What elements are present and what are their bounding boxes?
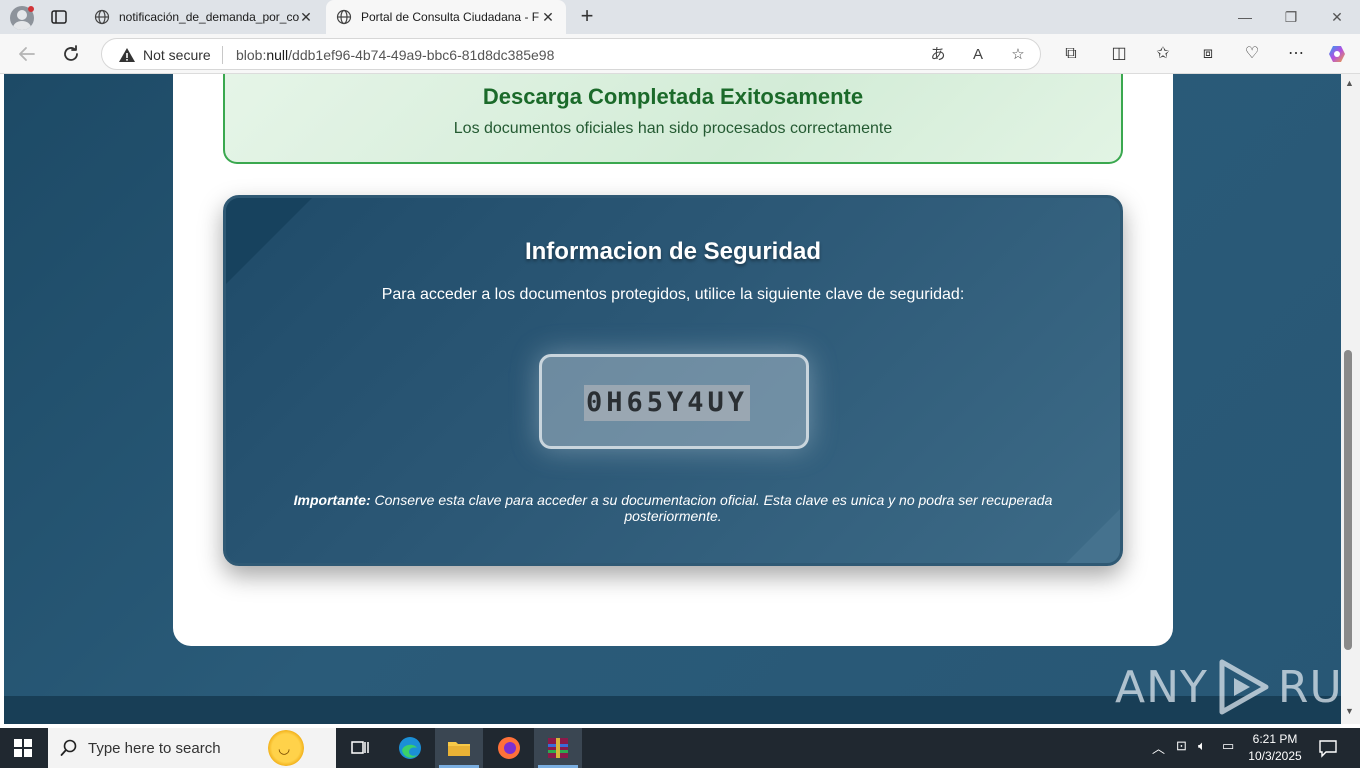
show-hidden-icons-chevron-icon[interactable]: ︿ [1152,738,1165,757]
browser-toolbar: Not secure blob:null/ddb1ef96-4b74-49a9-… [0,34,1360,74]
translate-icon[interactable]: あ [928,45,948,65]
refresh-button[interactable] [60,43,82,65]
back-arrow-icon [19,47,35,61]
note-text: Conserve esta clave para acceder a su do… [370,492,1053,524]
browser-essentials-icon[interactable]: ♡ [1242,44,1262,64]
favorite-star-icon[interactable]: ☆ [1008,45,1028,65]
tab-demanda-notification[interactable]: notificación_de_demanda_por_co ✕ [84,0,324,34]
anyrun-watermark: ANY RUN [1115,655,1360,719]
edge-icon [399,737,421,759]
firefox-icon [498,737,520,759]
notifications-icon[interactable] [1318,738,1338,758]
taskbar-winrar-app[interactable] [534,728,582,768]
not-secure-label[interactable]: Not secure [143,47,211,63]
url-text[interactable]: blob:null/ddb1ef96-4b74-49a9-bbc6-81d8dc… [236,47,554,63]
profile-notification-dot [28,6,34,12]
address-separator [222,46,223,64]
minimize-button[interactable]: — [1236,8,1254,26]
scroll-down-arrow-icon[interactable]: ▼ [1345,706,1354,716]
security-note: Importante: Conserve esta clave para acc… [276,492,1070,524]
note-label: Importante: [293,492,371,508]
security-key-code[interactable]: 0H65Y4UY [584,385,751,421]
task-view-button[interactable] [336,728,384,768]
tab-portal-consulta[interactable]: Portal de Consulta Ciudadana - F ✕ [326,0,566,34]
meet-now-icon[interactable]: ⊡ [1176,738,1187,754]
scroll-up-arrow-icon[interactable]: ▲ [1345,78,1354,88]
network-icon[interactable]: ▭ [1222,738,1234,754]
tab-label: Portal de Consulta Ciudadana - F [361,10,540,24]
taskbar-file-explorer-app[interactable] [435,728,483,768]
more-options-icon[interactable]: ⋯ [1286,44,1306,64]
favorites-icon[interactable]: ✩ [1153,44,1173,64]
address-bar[interactable]: Not secure blob:null/ddb1ef96-4b74-49a9-… [101,38,1041,70]
volume-icon[interactable]: 🔈︎ [1198,738,1206,754]
watermark-left-text: ANY [1115,661,1208,713]
clock-time: 6:21 PM [1252,732,1298,746]
collections-icon[interactable]: ⧈ [1198,44,1218,64]
split-screen-icon[interactable]: ◫ [1109,44,1129,64]
refresh-icon [64,45,78,61]
security-key-box[interactable]: 0H65Y4UY [539,354,809,449]
task-view-icon [351,741,369,754]
tab-actions-icon[interactable] [50,8,68,26]
scrollbar-thumb[interactable] [1344,350,1352,650]
security-instructions: Para acceder a los documentos protegidos… [381,286,965,303]
windows-taskbar: Type here to search ◡ ︿ ⊡ 🔈︎ ▭ 6:21 PM 1… [0,728,1360,768]
success-subtitle: Los documentos oficiales han sido proces… [453,120,893,137]
search-icon [60,739,77,756]
read-aloud-icon[interactable]: A [968,45,988,65]
vertical-scrollbar[interactable]: ▲ ▼ [1341,74,1360,724]
extensions-icon[interactable]: ⧉ [1061,44,1081,64]
content-card: Descarga Completada Exitosamente Los doc… [173,74,1173,646]
security-title: Informacion de Seguridad [524,238,822,265]
folder-icon [448,742,470,756]
tab-label: notificación_de_demanda_por_co [119,10,299,24]
globe-icon [94,9,110,25]
taskbar-search-box[interactable]: Type here to search ◡ [48,728,336,768]
taskbar-edge-app[interactable] [386,728,434,768]
decorative-corner [1063,506,1120,563]
close-tab-icon[interactable]: ✕ [298,9,314,25]
new-tab-button[interactable]: + [576,5,598,28]
download-success-banner: Descarga Completada Exitosamente Los doc… [223,74,1123,164]
copilot-icon[interactable] [1327,44,1347,64]
windows-start-icon[interactable] [14,739,32,757]
browser-tab-strip: notificación_de_demanda_por_co ✕ Portal … [0,0,1360,34]
close-tab-icon[interactable]: ✕ [540,9,556,25]
weather-sun-icon[interactable]: ◡ [268,730,304,766]
play-logo-icon [1219,659,1269,715]
back-button[interactable] [16,43,38,65]
close-window-button[interactable]: ✕ [1328,8,1346,26]
security-info-panel: Informacion de Seguridad Para acceder a … [223,195,1123,566]
restore-button[interactable]: ❐ [1282,8,1300,26]
search-placeholder: Type here to search [88,740,221,757]
success-title: Descarga Completada Exitosamente [482,84,864,109]
page-viewport: Descarga Completada Exitosamente Los doc… [4,74,1341,724]
system-clock[interactable]: 6:21 PM 10/3/2025 [1244,731,1306,765]
globe-icon [336,9,352,25]
winrar-icon [548,738,568,758]
warning-triangle-icon[interactable] [118,46,136,64]
clock-date: 10/3/2025 [1248,749,1302,763]
taskbar-firefox-app[interactable] [485,728,533,768]
